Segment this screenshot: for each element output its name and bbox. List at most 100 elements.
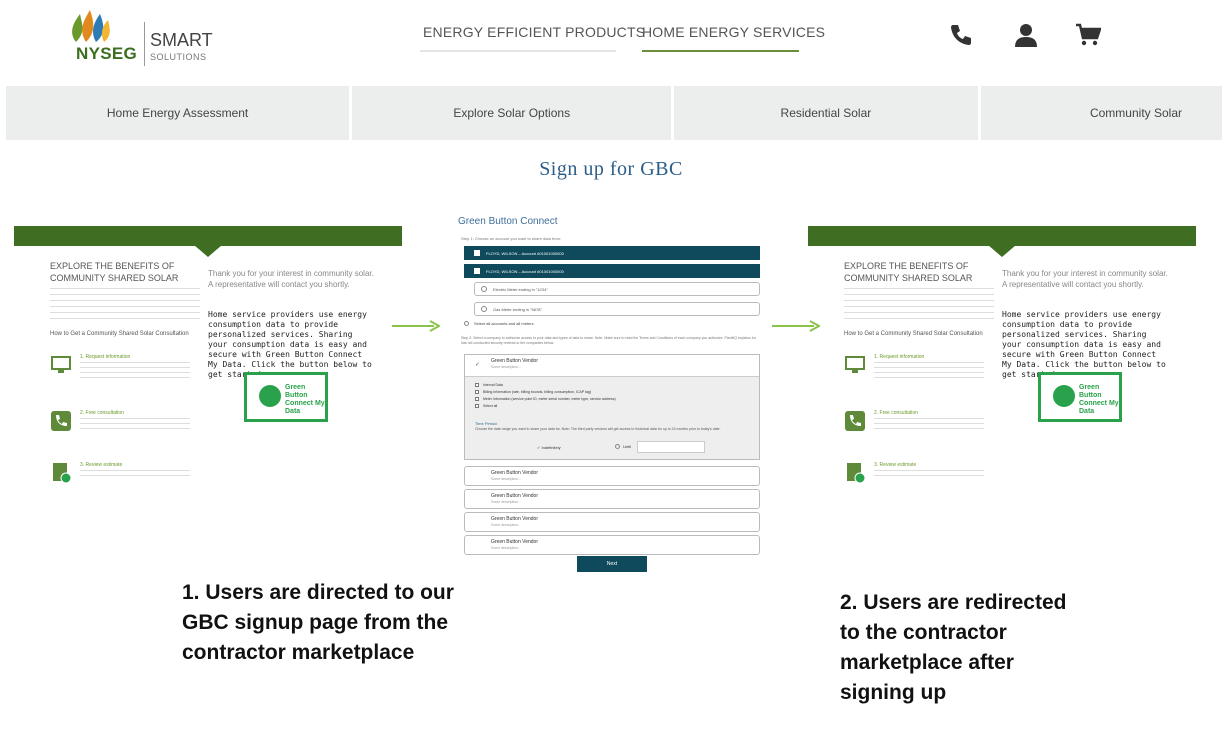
step-desc: [874, 470, 984, 478]
nav-energy-efficient-products[interactable]: ENERGY EFFICIENT PRODUCTS: [423, 24, 645, 40]
step-title: 2. Free consultation: [874, 410, 918, 416]
logo-product: SMART: [150, 30, 213, 50]
providers-text: Home service providers use energy consum…: [208, 310, 372, 379]
arrow-right-icon: [392, 320, 440, 332]
logo-brand: NYSEG: [76, 44, 138, 63]
howto-heading: How to Get a Community Shared Solar Cons…: [844, 331, 983, 337]
nyseg-logo[interactable]: NYSEG SMART SOLUTIONS: [64, 8, 224, 68]
vendor-expanded[interactable]: ✓ Green Button Vendor Some description..…: [464, 354, 760, 460]
step-desc: [80, 470, 190, 478]
step-title: 1. Request information: [874, 354, 925, 360]
contractor-panel-after: EXPLORE THE BENEFITS OF COMMUNITY SHARED…: [808, 226, 1198, 516]
subnav-residential-solar[interactable]: Residential Solar: [674, 86, 978, 140]
permission-label: Meter Information (service point ID, met…: [483, 397, 616, 401]
meter-label: Electric Meter ending in "1234": [493, 287, 548, 292]
thank-you-text: Thank you for your interest in community…: [208, 269, 374, 289]
account-label: FLOYD, WILSON – Account #01001000000: [486, 251, 564, 256]
vendor-desc: Some description...: [491, 546, 521, 550]
indefinitely-option[interactable]: ✓ Indefinitely: [537, 445, 561, 450]
green-button-connect-form: Green Button Connect Step 1: Choose an a…: [458, 210, 762, 576]
step-request-info: 1. Request information: [50, 354, 200, 390]
contractor-panel-before: EXPLORE THE BENEFITS OF COMMUNITY SHARED…: [14, 226, 404, 516]
vendor-option[interactable]: Green Button Vendor Some description...: [464, 512, 760, 532]
user-icon[interactable]: [1013, 22, 1039, 48]
until-date-input[interactable]: [637, 441, 705, 453]
vendor-option[interactable]: Green Button Vendor Some description...: [464, 466, 760, 486]
green-button-label: Green Button Connect My Data: [1079, 384, 1119, 415]
cart-icon[interactable]: [1075, 22, 1101, 48]
site-header: NYSEG SMART SOLUTIONS ENERGY EFFICIENT P…: [0, 0, 1222, 84]
green-banner: [808, 226, 1196, 246]
explore-paragraph: [50, 288, 200, 324]
permission-interval[interactable]: Interval Data: [475, 383, 503, 387]
permission-checkbox[interactable]: [475, 404, 479, 408]
step-request-info: 1. Request information: [844, 354, 994, 390]
gas-meter-option[interactable]: Gas Meter ending in "5678": [474, 302, 760, 316]
step-review-estimate: 3. Review estimate: [50, 462, 200, 498]
nav-home-energy-services[interactable]: HOME ENERGY SERVICES: [642, 24, 825, 40]
select-all-accounts[interactable]: Select all accounts and all meters: [464, 321, 534, 326]
step2-label: Step 2: Select a company to authorize ac…: [461, 336, 756, 345]
nav-underline-inactive: [420, 50, 616, 52]
monitor-icon: [51, 356, 71, 373]
next-button[interactable]: Next: [577, 556, 647, 572]
logo-separator: [144, 22, 145, 66]
subnav-home-energy-assessment[interactable]: Home Energy Assessment: [6, 86, 350, 140]
subnav-community-solar[interactable]: Community Solar: [980, 86, 1222, 140]
permission-billing[interactable]: Billing Information (rate, billing bound…: [475, 390, 591, 394]
caption-step-2: 2. Users are redirected to the contracto…: [840, 591, 1067, 704]
page: NYSEG SMART SOLUTIONS ENERGY EFFICIENT P…: [0, 0, 1222, 736]
step-desc: [80, 418, 190, 430]
vendor-name: Green Button Vendor: [491, 493, 538, 499]
permission-checkbox[interactable]: [475, 383, 479, 387]
form-title: Green Button Connect: [458, 216, 558, 227]
vendor-option[interactable]: Green Button Vendor Some description...: [464, 535, 760, 555]
account-checkbox[interactable]: [474, 268, 480, 274]
banner-pointer: [988, 245, 1016, 257]
vendor-header[interactable]: ✓ Green Button Vendor Some description..…: [465, 355, 759, 377]
subnav-explore-solar-options[interactable]: Explore Solar Options: [352, 86, 672, 140]
electric-meter-option[interactable]: Electric Meter ending in "1234": [474, 282, 760, 296]
green-banner: [14, 226, 402, 246]
phone-icon[interactable]: [948, 22, 974, 48]
step-free-consultation: 2. Free consultation: [50, 410, 200, 446]
download-icon: [259, 385, 281, 407]
account-checkbox[interactable]: [474, 250, 480, 256]
green-button-connect-button[interactable]: Green Button Connect My Data: [244, 372, 328, 422]
vendor-desc: Some description...: [491, 500, 521, 504]
permission-select-all[interactable]: Select all: [475, 404, 497, 408]
permission-checkbox[interactable]: [475, 397, 479, 401]
account-row[interactable]: FLOYD, WILSON – Account #01001000000: [464, 264, 760, 278]
until-radio[interactable]: [615, 444, 620, 449]
vendor-desc: Some description...: [491, 365, 521, 369]
explore-heading: EXPLORE THE BENEFITS OF COMMUNITY SHARED…: [844, 261, 973, 283]
meter-radio[interactable]: [481, 286, 487, 292]
time-period-label: Time Period:: [475, 421, 498, 426]
meter-radio[interactable]: [481, 306, 487, 312]
permission-meter[interactable]: Meter Information (service point ID, met…: [475, 397, 616, 401]
check-icon: ✓: [475, 361, 481, 368]
step-desc: [80, 362, 190, 380]
time-period-desc: Choose the date range you want to share …: [475, 427, 721, 431]
explore-paragraph: [844, 288, 994, 324]
step1-label: Step 1: Choose an account you want to sh…: [461, 236, 562, 241]
vendor-option[interactable]: Green Button Vendor Some description...: [464, 489, 760, 509]
logo-sub: SOLUTIONS: [150, 52, 207, 62]
until-option[interactable]: Until: [615, 444, 631, 449]
howto-heading: How to Get a Community Shared Solar Cons…: [50, 331, 189, 337]
sub-navigation: Home Energy Assessment Explore Solar Opt…: [6, 86, 1222, 140]
meter-label: Gas Meter ending in "5678": [493, 307, 542, 312]
document-check-icon: [847, 463, 866, 484]
permission-checkbox[interactable]: [475, 390, 479, 394]
select-all-radio[interactable]: [464, 321, 469, 326]
until-label: Until: [623, 444, 632, 449]
caption-step-1: 1. Users are directed to our GBC signup …: [182, 581, 454, 664]
step-desc: [874, 418, 984, 430]
vendor-name: Green Button Vendor: [491, 470, 538, 476]
account-row[interactable]: FLOYD, WILSON – Account #01001000000: [464, 246, 760, 260]
green-button-connect-button[interactable]: Green Button Connect My Data: [1038, 372, 1122, 422]
thank-you-text: Thank you for your interest in community…: [1002, 269, 1168, 289]
providers-text: Home service providers use energy consum…: [1002, 310, 1166, 379]
permission-label: Select all: [483, 404, 498, 408]
step-free-consultation: 2. Free consultation: [844, 410, 994, 446]
